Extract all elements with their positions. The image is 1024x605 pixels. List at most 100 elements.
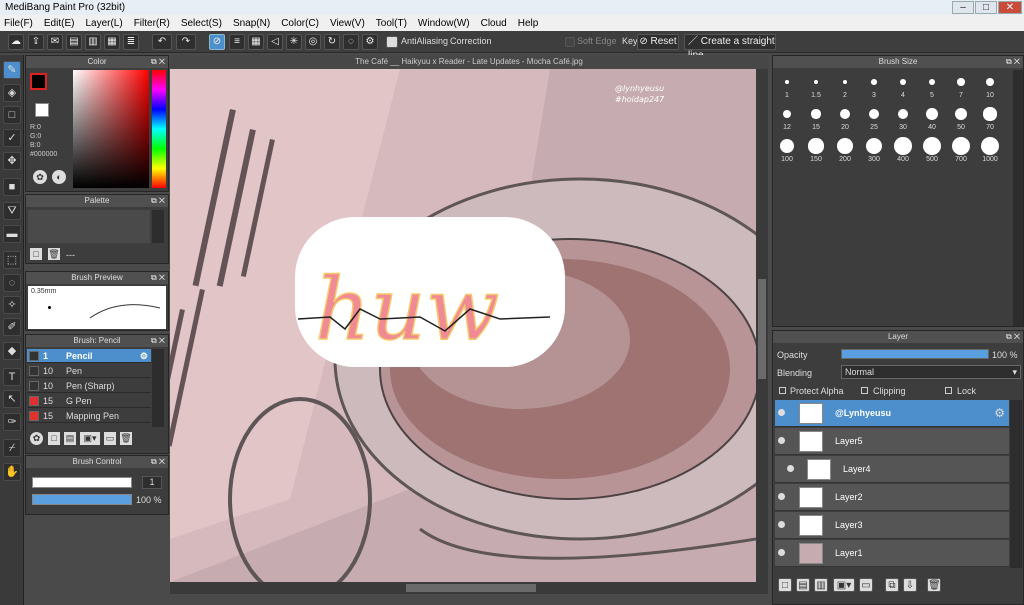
canvas-vertical-scrollbar[interactable]: [756, 69, 768, 582]
maximize-button[interactable]: □: [975, 1, 997, 14]
brush-size-option[interactable]: 3: [860, 70, 888, 101]
menu-window[interactable]: Window(W): [418, 18, 470, 29]
snap-parallel-icon[interactable]: ≡: [229, 34, 245, 50]
layer-row-layer5[interactable]: Layer5: [775, 428, 1009, 455]
layer-list-scrollbar[interactable]: [1010, 400, 1022, 568]
rectangle-tool-icon[interactable]: □: [3, 106, 21, 124]
brush-size-option[interactable]: 100: [773, 134, 801, 165]
add-brush-icon[interactable]: ✿: [30, 432, 43, 445]
panel-close-icon[interactable]: ⧉ ✕: [151, 272, 165, 284]
eyedropper-tool-icon[interactable]: ⌿: [3, 439, 21, 457]
delete-brush-icon[interactable]: 🗑: [120, 432, 132, 445]
panel-close-icon[interactable]: ⧉ ✕: [1006, 331, 1020, 343]
text-tool-icon[interactable]: T: [3, 368, 21, 386]
brush-item-g-pen[interactable]: 15 G Pen: [27, 394, 151, 408]
layer-row-layer4[interactable]: Layer4: [775, 456, 1009, 483]
brush-size-value[interactable]: 1: [142, 476, 162, 489]
snap-circle-icon[interactable]: ◌: [343, 34, 359, 50]
brush-size-option[interactable]: 50: [947, 102, 975, 133]
folder-icon[interactable]: ▭: [859, 578, 873, 592]
visibility-eye-icon[interactable]: [778, 521, 785, 528]
new-halftone-layer-icon[interactable]: ▤: [796, 578, 810, 592]
palette-scrollbar[interactable]: [152, 210, 164, 243]
brush-size-scrollbar[interactable]: [1013, 70, 1023, 326]
comment-icon[interactable]: ✉: [47, 34, 63, 50]
menu-layer[interactable]: Layer(L): [85, 18, 122, 29]
layer-row-lynhyeusu[interactable]: @Lynhyeusu ⚙: [775, 400, 1009, 427]
layer-opacity-slider[interactable]: [841, 349, 989, 359]
layer-row-layer1[interactable]: Layer1: [775, 540, 1009, 567]
soft-edge-checkbox[interactable]: [565, 37, 575, 47]
snap-curve-icon[interactable]: ↻: [324, 34, 340, 50]
lock-checkbox[interactable]: [945, 387, 952, 394]
palette-swatch-area[interactable]: [28, 210, 150, 243]
brush-size-option[interactable]: 1000: [976, 134, 1004, 165]
fill-rect-icon[interactable]: ■: [3, 178, 21, 196]
panel-close-icon[interactable]: ⧉ ✕: [151, 195, 165, 207]
brush-size-option[interactable]: 7: [947, 70, 975, 101]
brush-folder-icon[interactable]: ▭: [104, 432, 116, 445]
palette-wheel-icon[interactable]: ✿: [33, 170, 47, 184]
select-rect-icon[interactable]: ⬚: [3, 251, 21, 269]
redo-icon[interactable]: ↷: [176, 34, 196, 50]
hue-slider[interactable]: [152, 70, 166, 188]
select-pen-icon[interactable]: ✐: [3, 318, 21, 336]
menu-color[interactable]: Color(C): [281, 18, 319, 29]
new-8bit-layer-icon[interactable]: ▥: [814, 578, 828, 592]
brush-size-option[interactable]: 700: [947, 134, 975, 165]
divide-tool-icon[interactable]: ✑: [3, 413, 21, 431]
brush-size-option[interactable]: 500: [918, 134, 946, 165]
horizontal-scroll-thumb[interactable]: [406, 584, 536, 592]
brush-size-option[interactable]: 25: [860, 102, 888, 133]
brush-size-option[interactable]: 70: [976, 102, 1004, 133]
brush-size-option[interactable]: 400: [889, 134, 917, 165]
upload-icon[interactable]: ⇪: [28, 34, 44, 50]
brush-size-option[interactable]: 15: [802, 102, 830, 133]
protect-alpha-checkbox[interactable]: [779, 387, 786, 394]
brush-size-option[interactable]: 200: [831, 134, 859, 165]
hand-tool-icon[interactable]: ✋: [3, 463, 21, 481]
operation-tool-icon[interactable]: ↖: [3, 390, 21, 408]
menu-tool[interactable]: Tool(T): [376, 18, 407, 29]
brush-list-scrollbar[interactable]: [152, 349, 164, 427]
select-eraser-icon[interactable]: ◆: [3, 342, 21, 360]
brush-size-option[interactable]: 10: [976, 70, 1004, 101]
panel-close-icon[interactable]: ⧉ ✕: [151, 456, 165, 468]
minimize-button[interactable]: –: [952, 1, 974, 14]
dot-brush-icon[interactable]: ✓: [3, 129, 21, 147]
lasso-tool-icon[interactable]: ◌: [3, 274, 21, 292]
save-icon[interactable]: ▤: [66, 34, 82, 50]
secondary-color-swatch[interactable]: [35, 103, 49, 117]
primary-color-swatch[interactable]: [30, 73, 47, 90]
menu-file[interactable]: File(F): [4, 18, 33, 29]
visibility-eye-icon[interactable]: [778, 493, 785, 500]
brush-item-pencil[interactable]: 1 Pencil ⚙: [27, 349, 151, 363]
menu-edit[interactable]: Edit(E): [44, 18, 75, 29]
canvas-area[interactable]: huw @lynhyeusu #hoidap247: [170, 69, 756, 582]
brush-size-option[interactable]: 30: [889, 102, 917, 133]
delete-layer-icon[interactable]: 🗑: [927, 578, 941, 592]
blending-select[interactable]: Normal ▾: [841, 365, 1021, 379]
brush-item-pen[interactable]: 10 Pen: [27, 364, 151, 378]
close-button[interactable]: ✕: [998, 1, 1022, 14]
magic-wand-icon[interactable]: ✧: [3, 296, 21, 314]
list-icon[interactable]: ≣: [123, 34, 139, 50]
brush-size-option[interactable]: 1.5: [802, 70, 830, 101]
menu-view[interactable]: View(V): [330, 18, 365, 29]
menu-filter[interactable]: Filter(R): [134, 18, 170, 29]
new-layer-icon[interactable]: □: [778, 578, 792, 592]
panel-close-icon[interactable]: ⧉ ✕: [151, 56, 165, 68]
layer-row-layer3[interactable]: Layer3: [775, 512, 1009, 539]
menu-help[interactable]: Help: [518, 18, 539, 29]
cloud-icon[interactable]: ☁: [8, 34, 24, 50]
brush-size-option[interactable]: 40: [918, 102, 946, 133]
brush-size-slider[interactable]: [32, 477, 132, 488]
panel-close-icon[interactable]: ⧉ ✕: [1006, 56, 1020, 68]
grid-icon[interactable]: ▦: [104, 34, 120, 50]
brush-size-option[interactable]: 12: [773, 102, 801, 133]
color-settings-icon[interactable]: ◐: [52, 170, 66, 184]
brush-item-pen-sharp[interactable]: 10 Pen (Sharp): [27, 379, 151, 393]
brush-size-option[interactable]: 5: [918, 70, 946, 101]
visibility-eye-icon[interactable]: [778, 437, 785, 444]
antialiasing-checkbox[interactable]: [386, 36, 398, 48]
